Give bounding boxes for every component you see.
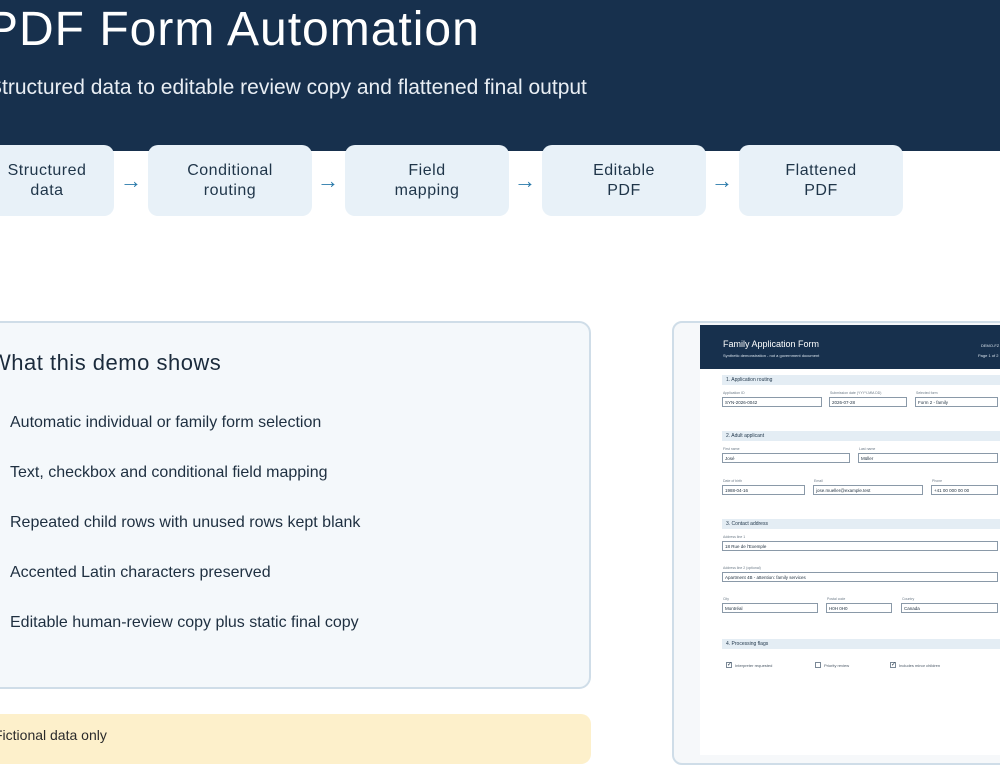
field-value: Form 2 - family bbox=[918, 400, 949, 405]
feature-item: Text, checkbox and conditional field map… bbox=[10, 464, 328, 481]
form-section-header: 4. Processing flags bbox=[722, 639, 1000, 649]
address-line-1-field[interactable]: 18 Rue de l'Exemple bbox=[722, 541, 998, 551]
first-name-field[interactable]: José bbox=[722, 453, 850, 463]
field-value: H0H 0H0 bbox=[829, 606, 848, 611]
form-section-header: 2. Adult applicant bbox=[722, 431, 1000, 441]
date-of-birth-field[interactable]: 1988-04-16 bbox=[722, 485, 805, 495]
last-name-field[interactable]: Müller bbox=[858, 453, 998, 463]
arrow-right-icon: → bbox=[514, 168, 536, 193]
pipeline-step-editable-pdf: Editable PDF bbox=[542, 145, 706, 216]
field-value: Apartment 4B - attention: family service… bbox=[725, 575, 806, 580]
address-line-2-field[interactable]: Apartment 4B - attention: family service… bbox=[722, 572, 998, 582]
field-value: Canada bbox=[904, 606, 920, 611]
field-label: Address line 1 bbox=[723, 535, 746, 539]
page-subtitle: Structured data to editable review copy … bbox=[0, 76, 587, 99]
field-value: José bbox=[725, 456, 735, 461]
country-field[interactable]: Canada bbox=[901, 603, 998, 613]
field-value: 2026-07-28 bbox=[832, 400, 856, 405]
arrow-right-icon: → bbox=[317, 168, 339, 193]
page-title: PDF Form Automation bbox=[0, 3, 480, 56]
field-value: 18 Rue de l'Exemple bbox=[725, 544, 767, 549]
pipeline-step-structured-data: Structured data bbox=[0, 145, 114, 216]
field-label: Submission date (YYYY-MM-DD) bbox=[830, 391, 882, 395]
field-label: Last name bbox=[859, 447, 876, 451]
notice-text: Fictional data only bbox=[0, 727, 107, 743]
demo-card-title: What this demo shows bbox=[0, 350, 222, 375]
form-title: Family Application Form bbox=[723, 339, 820, 349]
field-label: Application ID bbox=[723, 391, 745, 395]
field-label: Date of birth bbox=[723, 479, 743, 483]
demo-card bbox=[0, 321, 591, 689]
form-page-number: Page 1 of 2 bbox=[978, 353, 999, 358]
field-label: Selected form bbox=[916, 391, 938, 395]
field-label: Email bbox=[814, 479, 823, 483]
field-label: Country bbox=[902, 597, 915, 601]
field-label: Phone bbox=[932, 479, 943, 483]
field-value: Montréal bbox=[725, 606, 743, 611]
includes-minor-children-checkbox[interactable]: ✓ bbox=[890, 662, 896, 668]
field-label: City bbox=[723, 597, 730, 601]
field-value: Müller bbox=[861, 456, 874, 461]
form-code: DEMO-FZ bbox=[981, 343, 1000, 348]
form-section-header: 1. Application routing bbox=[722, 375, 1000, 385]
field-value: jose.mueller@example.test bbox=[816, 488, 871, 493]
priority-review-checkbox[interactable] bbox=[815, 662, 821, 668]
pipeline-step-field-mapping: Field mapping bbox=[345, 145, 509, 216]
field-value: SYN-2026-0042 bbox=[725, 400, 758, 405]
submission-date-field[interactable]: 2026-07-28 bbox=[829, 397, 907, 407]
feature-item: Repeated child rows with unused rows kep… bbox=[10, 514, 361, 531]
form-header: Family Application Form Synthetic demons… bbox=[700, 325, 1000, 369]
interpreter-requested-checkbox[interactable]: ✓ bbox=[726, 662, 732, 668]
field-label: Postal code bbox=[827, 597, 846, 601]
section-title: 4. Processing flags bbox=[726, 641, 769, 647]
form-section-header: 3. Contact address bbox=[722, 519, 1000, 529]
field-value: 1988-04-16 bbox=[725, 488, 749, 493]
pipeline-step-conditional-routing: Conditional routing bbox=[148, 145, 312, 216]
field-label: Address line 2 (optional) bbox=[723, 566, 761, 570]
phone-field[interactable]: +41 00 000 00 00 bbox=[931, 485, 998, 495]
selected-form-field[interactable]: Form 2 - family bbox=[915, 397, 998, 407]
checkbox-label: Includes minor children bbox=[899, 663, 941, 668]
postal-code-field[interactable]: H0H 0H0 bbox=[826, 603, 892, 613]
arrow-right-icon: → bbox=[711, 168, 733, 193]
email-field[interactable]: jose.mueller@example.test bbox=[813, 485, 923, 495]
field-label: First name bbox=[723, 447, 740, 451]
form-preview-page: Family Application Form Synthetic demons… bbox=[700, 325, 1000, 755]
arrow-right-icon: → bbox=[120, 168, 142, 193]
pipeline-step-flattened-pdf: Flattened PDF bbox=[739, 145, 903, 216]
field-value: +41 00 000 00 00 bbox=[934, 488, 970, 493]
feature-item: Automatic individual or family form sele… bbox=[10, 414, 322, 431]
application-id-field[interactable]: SYN-2026-0042 bbox=[722, 397, 822, 407]
section-title: 2. Adult applicant bbox=[726, 433, 765, 439]
feature-item: Editable human-review copy plus static f… bbox=[10, 614, 359, 631]
section-title: 1. Application routing bbox=[726, 377, 773, 383]
form-subtitle: Synthetic demonstration - not a governme… bbox=[723, 353, 820, 358]
checkbox-label: Interpreter requested bbox=[735, 663, 773, 668]
checkbox-label: Priority review bbox=[824, 663, 850, 668]
section-title: 3. Contact address bbox=[726, 521, 768, 527]
hero-banner: PDF Form Automation Structured data to e… bbox=[0, 0, 1000, 151]
feature-item: Accented Latin characters preserved bbox=[10, 564, 271, 581]
city-field[interactable]: Montréal bbox=[722, 603, 818, 613]
